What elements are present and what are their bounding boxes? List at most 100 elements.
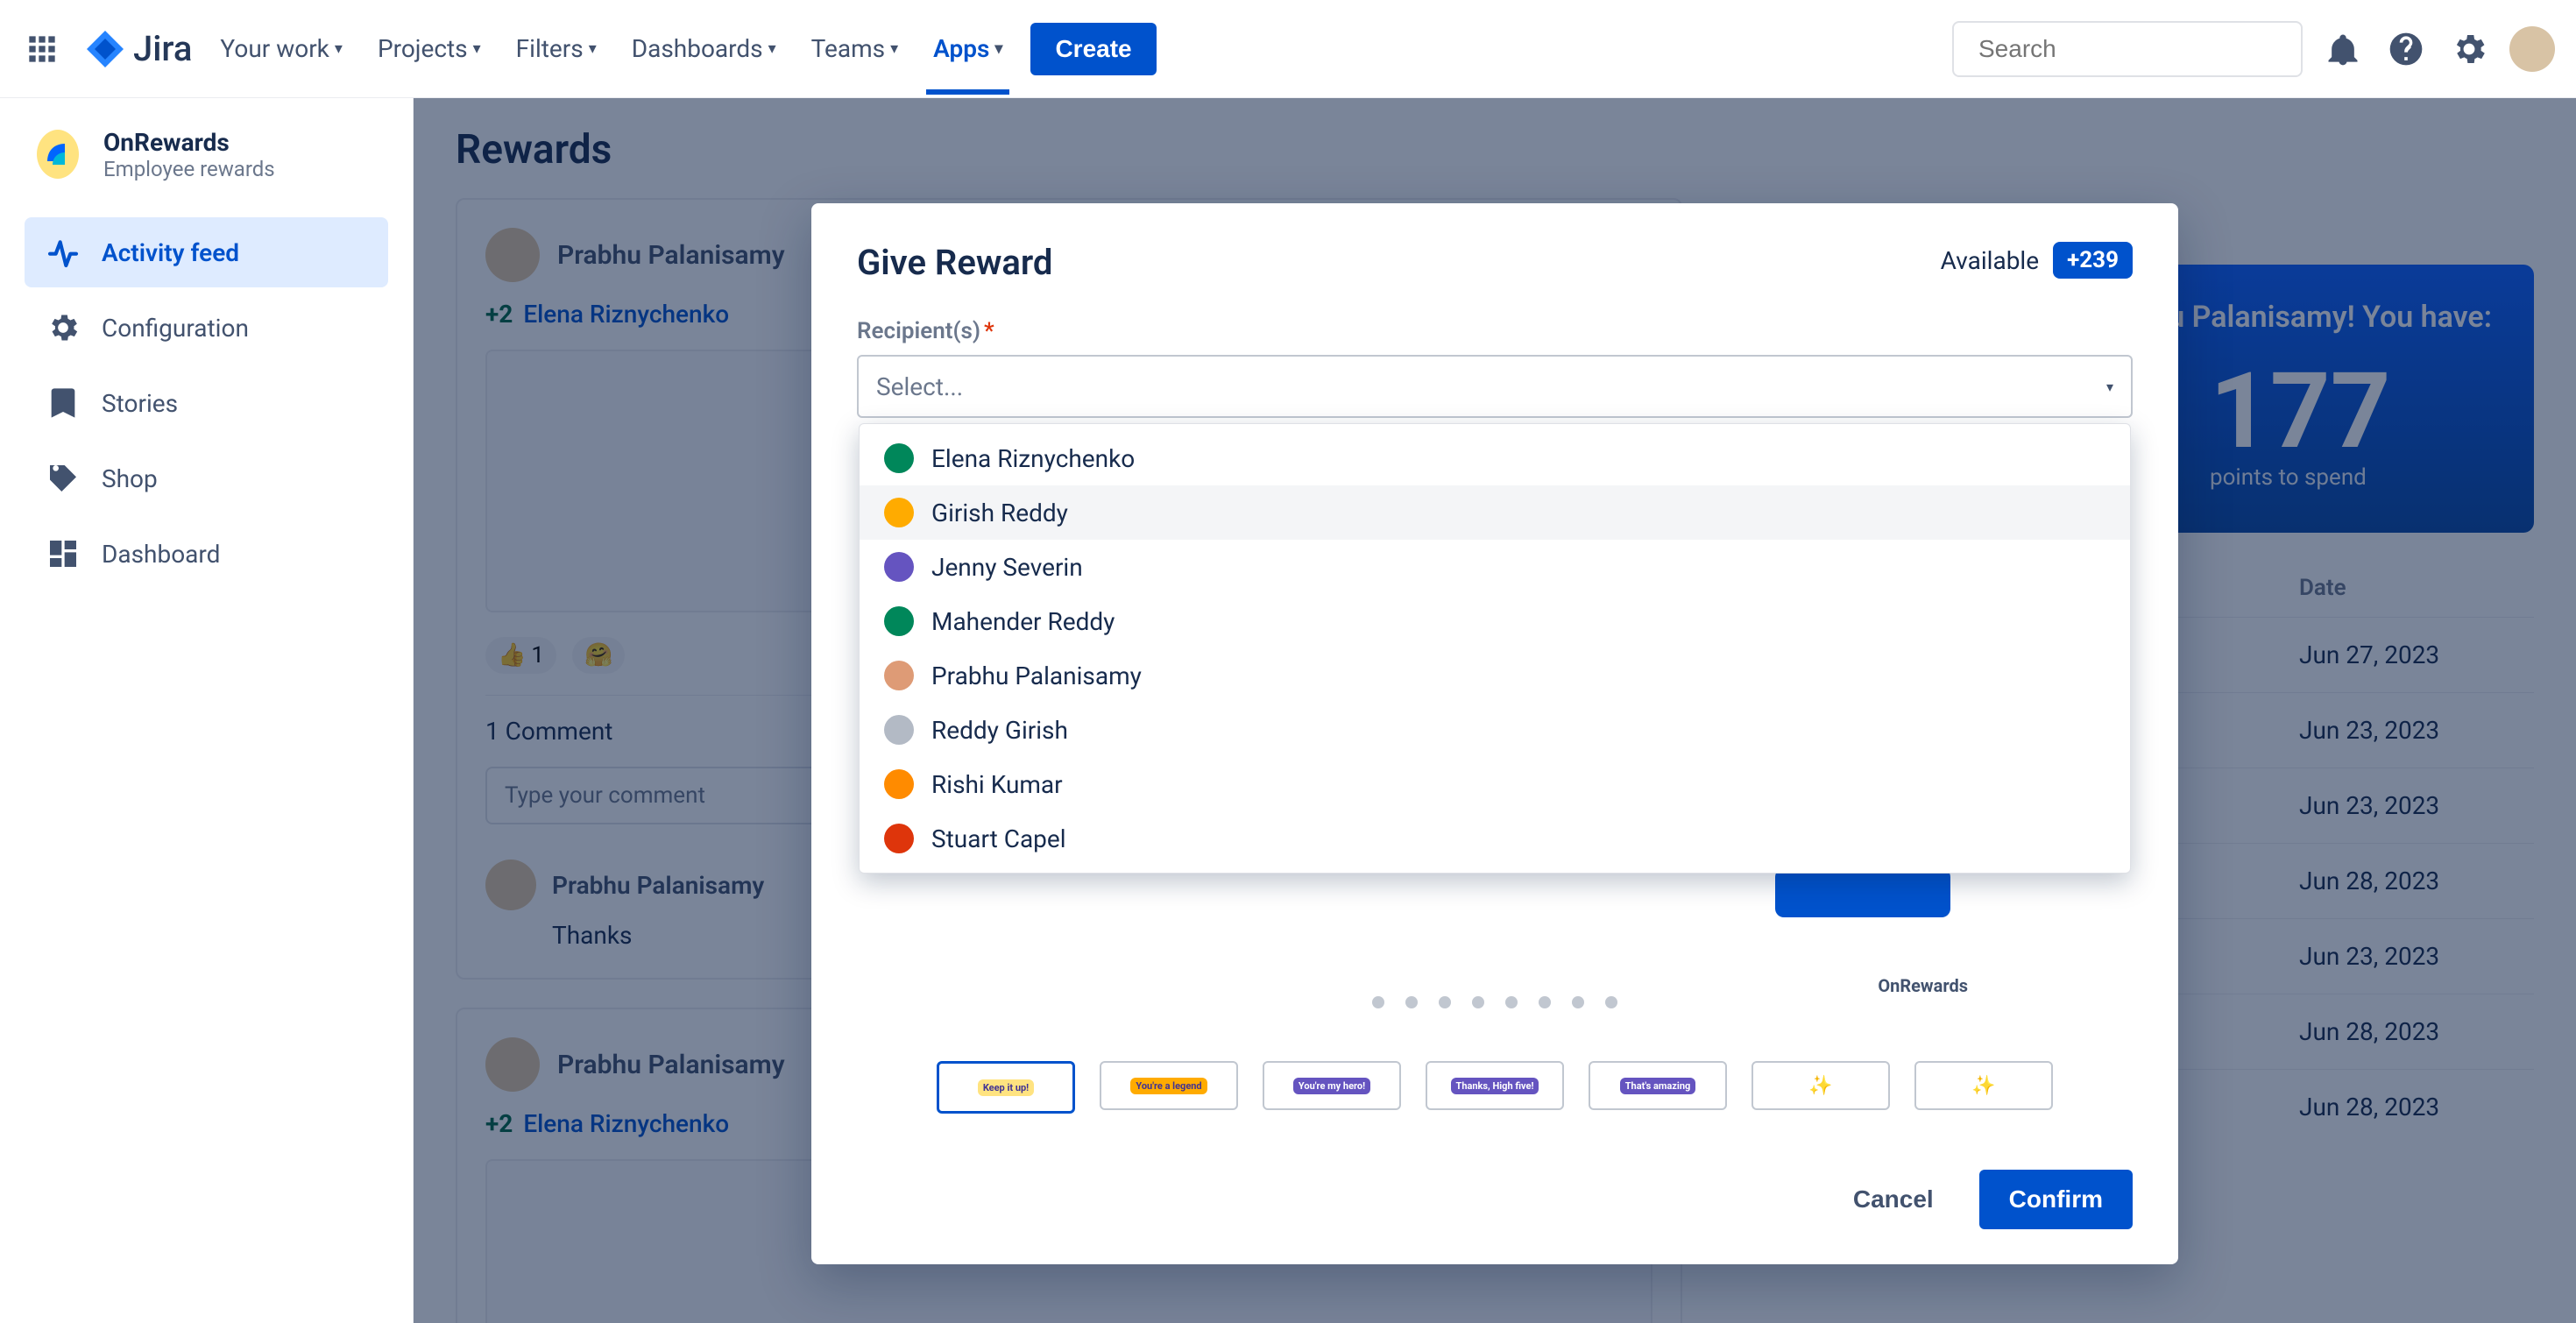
- carousel-dot[interactable]: [1472, 996, 1484, 1008]
- thumb-label: You're my hero!: [1293, 1078, 1370, 1094]
- sidebar-item-label: Shop: [102, 464, 158, 493]
- chevron-down-icon: ▾: [335, 39, 343, 58]
- available-value: +239: [2053, 242, 2133, 279]
- dropdown-option[interactable]: Mahender Reddy: [860, 594, 2130, 648]
- dropdown-option[interactable]: Elena Riznychenko: [860, 431, 2130, 485]
- nav-label: Teams: [811, 34, 885, 63]
- tag-icon: [46, 461, 81, 496]
- onrewards-logo-icon: [30, 126, 86, 182]
- jira-logo-text: Jira: [133, 28, 192, 69]
- dropdown-option[interactable]: Jenny Severin: [860, 540, 2130, 594]
- option-label: Prabhu Palanisamy: [931, 662, 1142, 690]
- carousel-dot[interactable]: [1605, 996, 1617, 1008]
- modal-footer: Cancel Confirm: [857, 1170, 2133, 1229]
- avatar: [884, 824, 914, 853]
- top-nav-left: Jira Your work ▾ Projects ▾ Filters ▾ Da…: [21, 3, 1157, 95]
- recipients-dropdown: Elena Riznychenko Girish Reddy Jenny Sever…: [859, 423, 2131, 874]
- gear-icon: [46, 310, 81, 345]
- required-mark: *: [984, 318, 994, 344]
- avatar: [884, 498, 914, 527]
- dropdown-option[interactable]: Prabhu Palanisamy: [860, 648, 2130, 703]
- search-input[interactable]: [1952, 21, 2303, 77]
- avatar: [884, 443, 914, 473]
- jira-logo[interactable]: Jira: [84, 28, 192, 70]
- sidebar-item-configuration[interactable]: Configuration: [25, 293, 388, 363]
- option-label: Girish Reddy: [931, 499, 1068, 527]
- notifications-icon[interactable]: [2320, 26, 2366, 72]
- avatar: [884, 769, 914, 799]
- card-thumbnail[interactable]: ✨: [1752, 1061, 1890, 1110]
- available-badge: Available +239: [1941, 242, 2133, 279]
- card-thumbnails: Keep it up! You're a legend You're my hero…: [857, 1061, 2133, 1114]
- nav-label: Filters: [516, 34, 584, 63]
- chevron-down-icon: ▾: [890, 39, 898, 58]
- chevron-down-icon: ▾: [768, 39, 776, 58]
- option-label: Mahender Reddy: [931, 607, 1115, 636]
- dropdown-option[interactable]: Rishi Kumar: [860, 757, 2130, 811]
- card-thumbnail[interactable]: That's amazing: [1589, 1061, 1727, 1110]
- sidebar-item-stories[interactable]: Stories: [25, 368, 388, 438]
- nav-apps[interactable]: Apps ▾: [926, 3, 1009, 95]
- settings-icon[interactable]: [2446, 26, 2492, 72]
- thumb-emoji: ✨: [1808, 1075, 1832, 1097]
- thumb-label: Keep it up!: [978, 1079, 1034, 1096]
- card-thumbnail[interactable]: You're a legend: [1100, 1061, 1238, 1110]
- sidebar-item-activity-feed[interactable]: Activity feed: [25, 217, 388, 287]
- confirm-button[interactable]: Confirm: [1979, 1170, 2133, 1229]
- option-label: Rishi Kumar: [931, 770, 1063, 799]
- sidebar-item-dashboard[interactable]: Dashboard: [25, 519, 388, 589]
- option-label: Stuart Capel: [931, 824, 1066, 853]
- sidebar-item-shop[interactable]: Shop: [25, 443, 388, 513]
- nav-label: Dashboards: [632, 34, 763, 63]
- sidebar-app-name: OnRewards: [103, 128, 275, 157]
- chevron-down-icon: ▾: [2106, 379, 2113, 395]
- carousel-dot[interactable]: [1439, 996, 1451, 1008]
- select-placeholder: Select...: [876, 372, 2106, 401]
- thumb-label: Thanks, High five!: [1451, 1078, 1539, 1094]
- nav-projects[interactable]: Projects ▾: [371, 25, 488, 72]
- dropdown-option[interactable]: Stuart Capel: [860, 811, 2130, 866]
- help-icon[interactable]: [2383, 26, 2429, 72]
- sidebar: OnRewards Employee rewards Activity feed…: [0, 98, 414, 1323]
- main-content: Rewards Prabhu Palanisamy +2 Elena Rizny…: [414, 98, 2576, 1323]
- nav-filters[interactable]: Filters ▾: [509, 25, 604, 72]
- label-text: Recipient(s): [857, 318, 980, 344]
- carousel-dot[interactable]: [1539, 996, 1551, 1008]
- card-thumbnail[interactable]: ✨: [1914, 1061, 2053, 1110]
- top-nav-right: [1952, 21, 2555, 77]
- sidebar-item-label: Dashboard: [102, 540, 220, 569]
- nav-label: Projects: [378, 34, 468, 63]
- carousel-dot[interactable]: [1572, 996, 1584, 1008]
- carousel-dot[interactable]: [1372, 996, 1384, 1008]
- search-field[interactable]: [1978, 35, 2295, 63]
- profile-avatar[interactable]: [2509, 26, 2555, 72]
- carousel-dot[interactable]: [1505, 996, 1518, 1008]
- nav-label: Your work: [220, 34, 329, 63]
- app-switcher-icon[interactable]: [21, 28, 63, 70]
- recipients-label: Recipient(s)*: [857, 318, 2133, 344]
- card-thumbnail[interactable]: Thanks, High five!: [1426, 1061, 1564, 1110]
- dropdown-option[interactable]: Girish Reddy: [860, 485, 2130, 540]
- create-button[interactable]: Create: [1030, 23, 1156, 75]
- nav-your-work[interactable]: Your work ▾: [213, 25, 350, 72]
- sidebar-item-label: Stories: [102, 389, 178, 418]
- sidebar-item-label: Configuration: [102, 314, 249, 343]
- thumb-label: That's amazing: [1620, 1078, 1696, 1094]
- nav-teams[interactable]: Teams ▾: [804, 25, 905, 72]
- sidebar-header: OnRewards Employee rewards: [25, 126, 388, 182]
- recipients-select[interactable]: Select... ▾ Elena RiznychenkoGirish Redd…: [857, 355, 2133, 418]
- option-label: Jenny Severin: [931, 553, 1083, 582]
- nav-dashboards[interactable]: Dashboards ▾: [625, 25, 783, 72]
- cancel-button[interactable]: Cancel: [1829, 1170, 1958, 1229]
- nav-label: Apps: [933, 34, 989, 63]
- carousel-dots: [1372, 996, 1617, 1008]
- card-thumbnail[interactable]: Keep it up!: [937, 1061, 1075, 1114]
- chevron-down-icon: ▾: [589, 39, 597, 58]
- sidebar-app-sub: Employee rewards: [103, 157, 275, 181]
- dashboard-icon: [46, 536, 81, 571]
- bookmark-icon: [46, 386, 81, 421]
- card-thumbnail[interactable]: You're my hero!: [1263, 1061, 1401, 1110]
- activity-icon: [46, 235, 81, 270]
- carousel-dot[interactable]: [1405, 996, 1418, 1008]
- dropdown-option[interactable]: Reddy Girish: [860, 703, 2130, 757]
